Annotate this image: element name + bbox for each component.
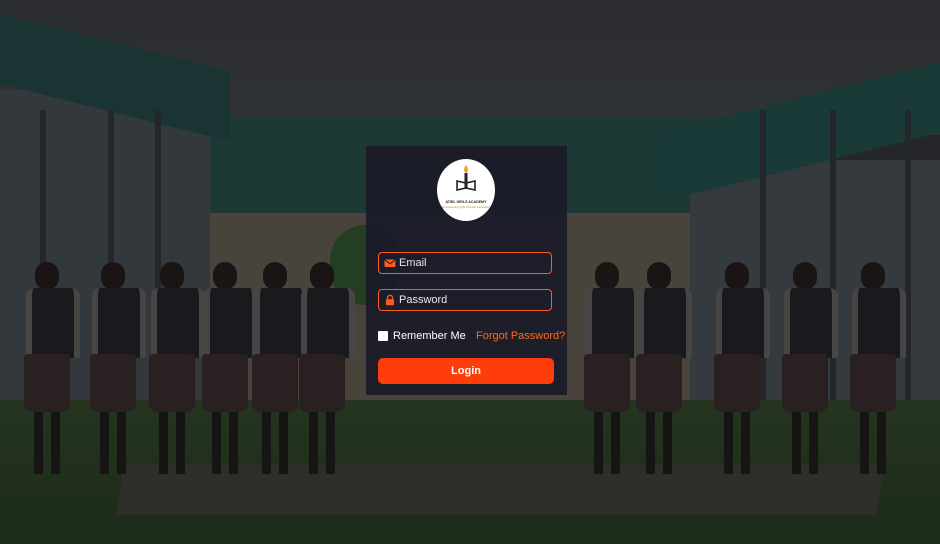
logo-motto: Empowering girls through education: [442, 205, 490, 209]
school-logo: ATIEL GIRLS ACADEMY Empowering girls thr…: [437, 159, 495, 221]
remember-checkbox[interactable]: [378, 331, 388, 341]
logo-school-name: ATIEL GIRLS ACADEMY: [445, 200, 487, 204]
remember-label: Remember Me: [393, 330, 466, 342]
email-field[interactable]: [378, 252, 552, 274]
password-input[interactable]: [399, 290, 547, 309]
envelope-icon: [384, 259, 396, 267]
forgot-password-link[interactable]: Forgot Password?: [476, 330, 565, 342]
login-button[interactable]: Login: [378, 358, 554, 384]
email-input[interactable]: [399, 253, 547, 272]
password-field[interactable]: [378, 289, 552, 311]
lock-icon: [386, 294, 394, 306]
remember-me[interactable]: Remember Me: [378, 329, 466, 343]
